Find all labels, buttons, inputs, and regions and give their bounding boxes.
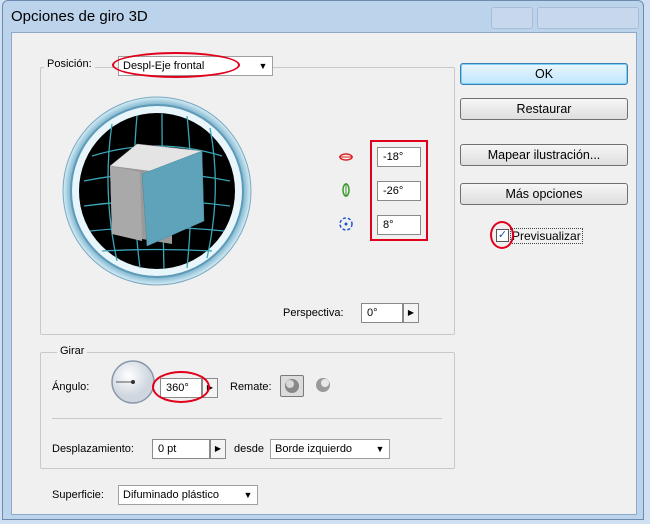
annotation-ellipse (112, 52, 240, 78)
map-artwork-button[interactable]: Mapear ilustración... (460, 144, 628, 166)
surface-dropdown[interactable]: Difuminado plástico ▼ (118, 485, 258, 505)
offset-input[interactable]: 0 pt (152, 439, 210, 459)
perspective-label: Perspectiva: (283, 307, 344, 319)
chevron-down-icon[interactable]: ▼ (239, 486, 257, 504)
from-label: desde (234, 443, 264, 455)
from-value: Borde izquierdo (275, 443, 353, 455)
window-title: Opciones de giro 3D (11, 8, 148, 25)
perspective-input[interactable]: 0° (361, 303, 403, 323)
position-label: Posición: (44, 58, 95, 70)
surface-value: Difuminado plástico (123, 489, 219, 501)
reset-button[interactable]: Restaurar (460, 98, 628, 120)
cap-on-icon[interactable] (280, 375, 304, 397)
more-options-button[interactable]: Más opciones (460, 183, 628, 205)
cap-off-icon[interactable] (312, 375, 334, 398)
dialog-content: Posición: Despl-Eje frontal ▼ -18° -26° … (11, 32, 637, 515)
annotation-ellipse (152, 371, 210, 403)
rotate-z-icon (338, 216, 354, 235)
cap-label: Remate: (230, 381, 272, 393)
angle-label: Ángulo: (52, 381, 90, 393)
background-button (491, 7, 533, 29)
rotate-x-icon (338, 149, 354, 168)
divider (52, 418, 442, 419)
title-bar: Opciones de giro 3D (3, 1, 643, 31)
preview-label[interactable]: Previsualizar (510, 228, 583, 244)
surface-label: Superficie: (52, 489, 104, 501)
offset-label: Desplazamiento: (52, 443, 134, 455)
perspective-arrow-icon[interactable]: ▶ (403, 303, 419, 323)
offset-arrow-icon[interactable]: ▶ (210, 439, 226, 459)
annotation-rectangle (370, 140, 428, 241)
background-button (537, 7, 639, 29)
rotate-y-icon (338, 182, 354, 201)
ok-button[interactable]: OK (460, 63, 628, 85)
chevron-down-icon[interactable]: ▼ (254, 57, 272, 75)
from-dropdown[interactable]: Borde izquierdo ▼ (270, 439, 390, 459)
rotate-legend: Girar (57, 345, 88, 357)
trackball-3d[interactable] (62, 96, 252, 289)
angle-dial[interactable] (110, 359, 156, 408)
annotation-ellipse (490, 221, 514, 249)
chevron-down-icon[interactable]: ▼ (371, 440, 389, 458)
dialog-window: Opciones de giro 3D Posición: Despl-Eje … (2, 0, 644, 520)
